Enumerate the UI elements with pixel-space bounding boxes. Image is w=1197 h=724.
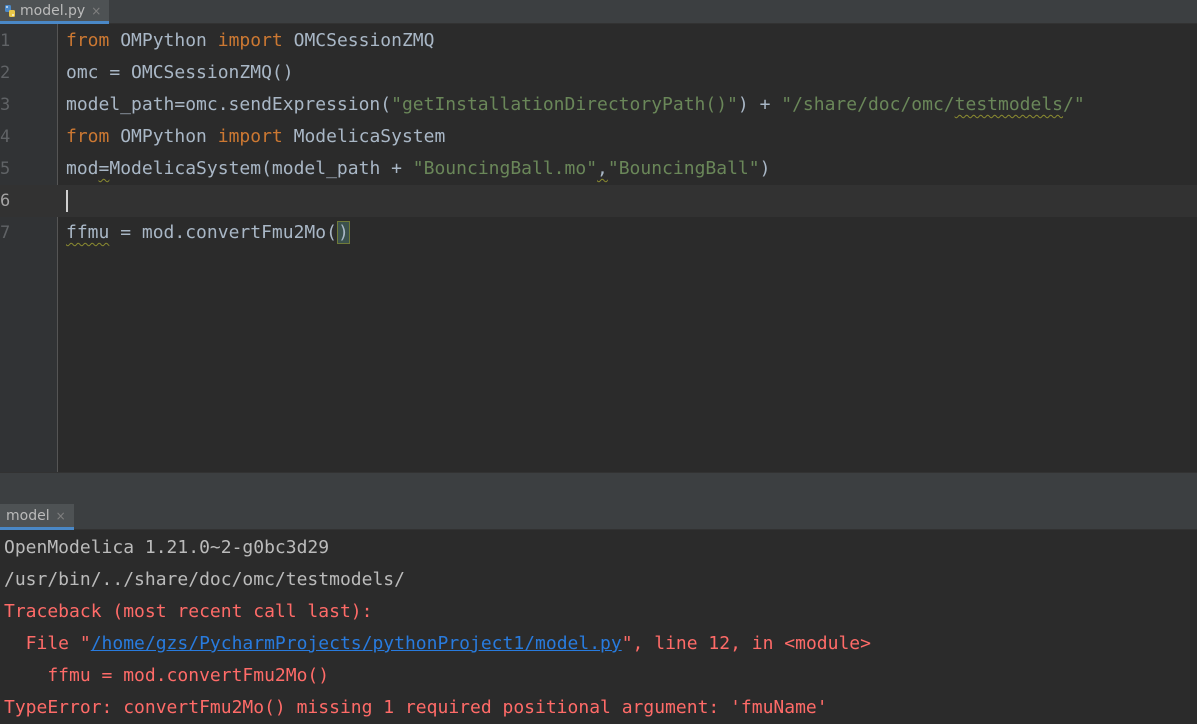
code-line-6-current[interactable]: 6	[0, 185, 1197, 217]
code-text: model_path=omc.sendExpression("getInstal…	[66, 94, 1085, 115]
console-error-line: Traceback (most recent call last):	[4, 601, 373, 622]
code-text: from OMPython import OMCSessionZMQ	[66, 30, 435, 51]
code-line-2[interactable]: 2 omc = OMCSessionZMQ()	[0, 57, 1197, 89]
file-link[interactable]: /home/gzs/PycharmProjects/pythonProject1…	[91, 633, 622, 654]
tab-label: model.py	[20, 2, 86, 19]
code-editor[interactable]: 1 from OMPython import OMCSessionZMQ 2 o…	[0, 24, 1197, 472]
line-number: 3	[0, 95, 11, 115]
run-tab-bar: model ×	[0, 504, 1197, 530]
editor-tab-bar: model.py ×	[0, 0, 1197, 24]
line-number: 4	[0, 127, 11, 147]
code-text: mod=ModelicaSystem(model_path + "Bouncin…	[66, 158, 771, 179]
line-number: 6	[0, 191, 11, 211]
code-text: ffmu = mod.convertFmu2Mo()	[66, 221, 350, 244]
code-text	[66, 185, 68, 217]
code-text: omc = OMCSessionZMQ()	[66, 62, 294, 83]
code-line-4[interactable]: 4 from OMPython import ModelicaSystem	[0, 121, 1197, 153]
code-line-3[interactable]: 3 model_path=omc.sendExpression("getInst…	[0, 89, 1197, 121]
run-tab-label: model	[6, 507, 50, 524]
console-line: /usr/bin/../share/doc/omc/testmodels/	[4, 569, 405, 590]
line-number: 5	[0, 159, 11, 179]
console-line: OpenModelica 1.21.0~2-g0bc3d29	[4, 537, 330, 558]
close-run-tab-icon[interactable]: ×	[56, 509, 66, 523]
panel-splitter[interactable]	[0, 472, 1197, 504]
line-number: 1	[0, 31, 11, 51]
code-line-7[interactable]: 7 ffmu = mod.convertFmu2Mo()	[0, 217, 1197, 249]
tab-model-py[interactable]: model.py ×	[0, 0, 110, 24]
code-text: from OMPython import ModelicaSystem	[66, 126, 446, 147]
close-tab-icon[interactable]: ×	[91, 4, 101, 18]
run-console[interactable]: OpenModelica 1.21.0~2-g0bc3d29 /usr/bin/…	[0, 530, 1197, 721]
code-line-5[interactable]: 5 mod=ModelicaSystem(model_path + "Bounc…	[0, 153, 1197, 185]
code-line-1[interactable]: 1 from OMPython import OMCSessionZMQ	[0, 25, 1197, 57]
console-error-line: File "/home/gzs/PycharmProjects/pythonPr…	[4, 633, 871, 654]
tab-run-model[interactable]: model ×	[0, 504, 74, 530]
console-error-line: TypeError: convertFmu2Mo() missing 1 req…	[4, 697, 828, 718]
text-caret	[66, 190, 68, 212]
line-number: 7	[0, 223, 11, 243]
line-number: 2	[0, 63, 11, 83]
console-error-line: ffmu = mod.convertFmu2Mo()	[4, 665, 330, 686]
python-file-icon	[5, 4, 15, 17]
